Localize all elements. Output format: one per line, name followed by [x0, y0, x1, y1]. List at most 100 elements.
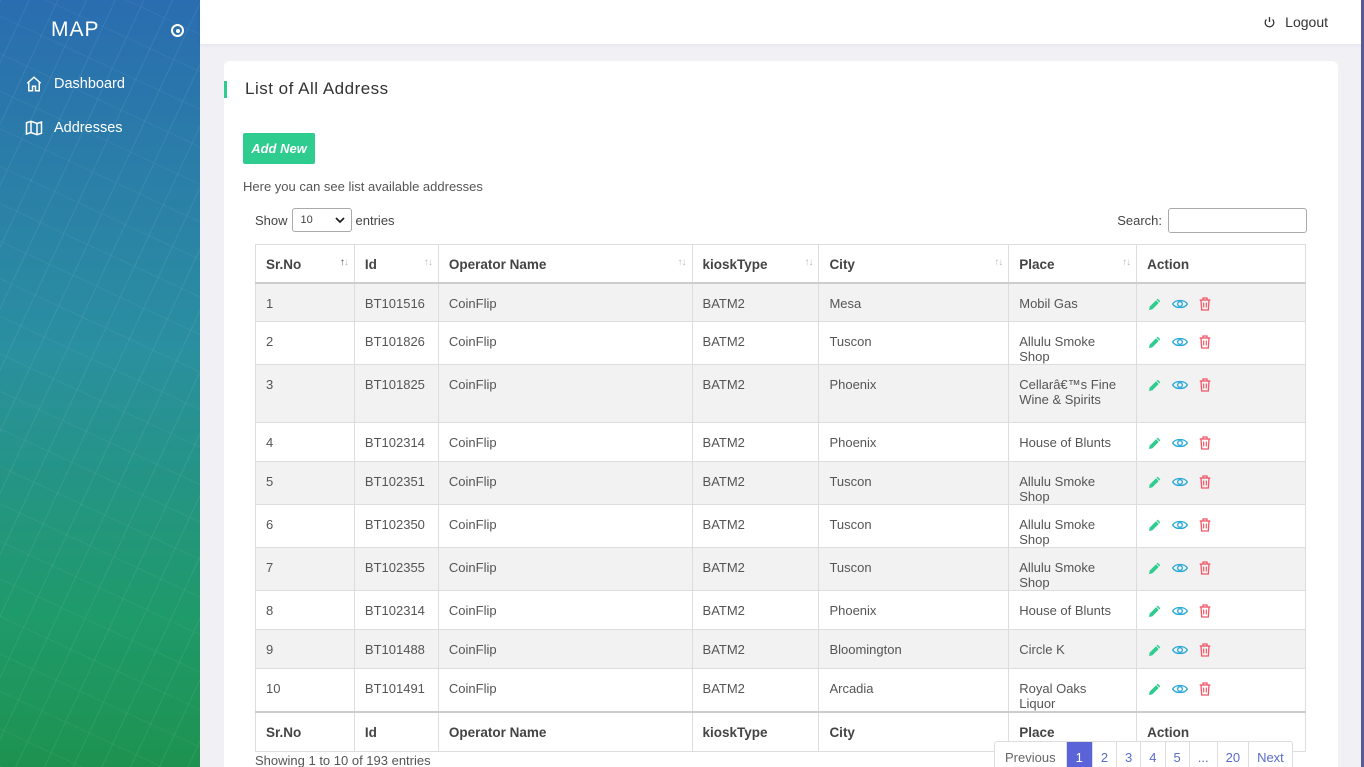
power-icon — [1264, 16, 1275, 27]
cell-operator-name: CoinFlip — [437, 629, 693, 669]
view-icon[interactable] — [1172, 517, 1189, 533]
cell-kiosktype: BATM2 — [691, 504, 820, 548]
delete-icon[interactable] — [1197, 560, 1213, 576]
column-header-srno[interactable]: Sr.No ↑↓ — [255, 244, 355, 284]
address-table: Sr.No ↑↓ Id ↑↓ Operator Name ↑↓ kioskType ↑↓… — [255, 244, 1306, 752]
delete-icon[interactable] — [1197, 296, 1213, 312]
delete-icon[interactable] — [1197, 334, 1213, 350]
pagination-page-4[interactable]: 4 — [1141, 742, 1166, 767]
cell-kiosktype: BATM2 — [691, 590, 820, 630]
delete-icon[interactable] — [1197, 642, 1213, 658]
column-header-place[interactable]: Place ↑↓ — [1008, 244, 1138, 284]
column-header-id[interactable]: Id ↑↓ — [353, 244, 439, 284]
pagination-page-5[interactable]: 5 — [1166, 742, 1190, 767]
column-header-label: Id — [364, 257, 377, 272]
edit-icon[interactable] — [1147, 642, 1163, 658]
pagination-page-1[interactable]: 1 — [1066, 742, 1093, 767]
pagination-page-20[interactable]: 20 — [1218, 742, 1250, 767]
edit-icon[interactable] — [1147, 334, 1163, 350]
view-icon[interactable] — [1172, 560, 1189, 576]
logout-button[interactable]: Logout — [1263, 14, 1328, 30]
table-row: 4 BT102314 CoinFlip BATM2 Phoenix House of Bl… — [255, 422, 1306, 462]
sort-icon: ↑↓ — [1122, 257, 1131, 268]
cell-id: BT102351 — [353, 461, 439, 505]
cell-srno: 10 — [255, 668, 355, 713]
entries-select[interactable]: 10 — [291, 208, 352, 232]
cell-city: Phoenix — [818, 422, 1010, 462]
view-icon[interactable] — [1172, 681, 1189, 697]
title-accent-bar — [224, 81, 227, 98]
cell-kiosktype: BATM2 — [691, 364, 820, 423]
cell-id: BT102350 — [353, 504, 439, 548]
table-row: 7 BT102355 CoinFlip BATM2 Tuscon Allulu Smoke… — [255, 547, 1306, 591]
edit-icon[interactable] — [1147, 474, 1163, 490]
pagination-previous[interactable]: Previous — [995, 742, 1067, 767]
cell-place: Circle K — [1008, 629, 1138, 669]
edit-icon[interactable] — [1147, 296, 1163, 312]
add-new-button[interactable]: Add New — [243, 133, 315, 164]
edit-icon[interactable] — [1147, 560, 1163, 576]
cell-place: House of Blunts — [1008, 422, 1138, 462]
cell-srno: 1 — [255, 282, 355, 322]
view-icon[interactable] — [1172, 435, 1189, 451]
sidebar-item-label: Dashboard — [54, 76, 125, 92]
sort-asc-icon: ↑↓ — [339, 257, 349, 268]
view-icon[interactable] — [1172, 296, 1189, 312]
delete-icon[interactable] — [1197, 603, 1213, 619]
sidebar-item-dashboard[interactable]: Dashboard — [0, 69, 200, 99]
table-row: 6 BT102350 CoinFlip BATM2 Tuscon Allulu Smoke… — [255, 504, 1306, 548]
sidebar-toggle-icon[interactable] — [171, 24, 184, 37]
cell-action — [1136, 504, 1306, 548]
column-header-operator-name[interactable]: Operator Name ↑↓ — [437, 244, 693, 284]
cell-action — [1136, 547, 1306, 591]
cell-city: Phoenix — [818, 590, 1010, 630]
edit-icon[interactable] — [1147, 517, 1163, 533]
pagination-next[interactable]: Next — [1249, 742, 1292, 767]
cell-kiosktype: BATM2 — [691, 668, 820, 713]
cell-kiosktype: BATM2 — [691, 282, 820, 322]
column-header-kiosktype[interactable]: kioskType ↑↓ — [691, 244, 820, 284]
cell-operator-name: CoinFlip — [437, 422, 693, 462]
cell-id: BT101826 — [353, 321, 439, 365]
view-icon[interactable] — [1172, 474, 1189, 490]
sidebar-item-addresses[interactable]: Addresses — [0, 113, 200, 143]
edit-icon[interactable] — [1147, 681, 1163, 697]
delete-icon[interactable] — [1197, 681, 1213, 697]
page-description: Here you can see list available addresse… — [243, 179, 483, 194]
view-icon[interactable] — [1172, 334, 1189, 350]
delete-icon[interactable] — [1197, 474, 1213, 490]
search-input[interactable] — [1168, 208, 1307, 233]
pagination-page-3[interactable]: 3 — [1117, 742, 1142, 767]
column-header-label: City — [829, 257, 855, 272]
table-row: 8 BT102314 CoinFlip BATM2 Phoenix House of Bl… — [255, 590, 1306, 630]
cell-id: BT102355 — [353, 547, 439, 591]
table-row: 2 BT101826 CoinFlip BATM2 Tuscon Allulu Smoke… — [255, 321, 1306, 365]
view-icon[interactable] — [1172, 603, 1189, 619]
delete-icon[interactable] — [1197, 377, 1213, 393]
delete-icon[interactable] — [1197, 517, 1213, 533]
topbar: Logout — [200, 0, 1364, 767]
table-row: 1 BT101516 CoinFlip BATM2 Mesa Mobil Gas — [255, 282, 1306, 322]
pagination-page-2[interactable]: 2 — [1093, 742, 1118, 767]
view-icon[interactable] — [1172, 642, 1189, 658]
cell-city: Tuscon — [818, 504, 1010, 548]
column-footer-id: Id — [353, 711, 439, 752]
cell-place: Cellarâ€™s Fine Wine & Spirits — [1008, 364, 1138, 423]
column-header-label: kioskType — [702, 257, 768, 272]
table-row: 5 BT102351 CoinFlip BATM2 Tuscon Allulu Smoke… — [255, 461, 1306, 505]
cell-srno: 6 — [255, 504, 355, 548]
edit-icon[interactable] — [1147, 603, 1163, 619]
address-list-card: List of All Address Add New Here you can… — [224, 61, 1338, 767]
edit-icon[interactable] — [1147, 435, 1163, 451]
column-header-action: Action — [1136, 244, 1306, 284]
cell-operator-name: CoinFlip — [437, 590, 693, 630]
cell-srno: 4 — [255, 422, 355, 462]
page-title: List of All Address — [245, 79, 389, 98]
brand-title: MAP — [51, 18, 100, 41]
column-header-city[interactable]: City ↑↓ — [818, 244, 1010, 284]
edit-icon[interactable] — [1147, 377, 1163, 393]
home-icon — [26, 76, 42, 92]
delete-icon[interactable] — [1197, 435, 1213, 451]
column-header-label: Action — [1147, 257, 1190, 272]
view-icon[interactable] — [1172, 377, 1189, 393]
